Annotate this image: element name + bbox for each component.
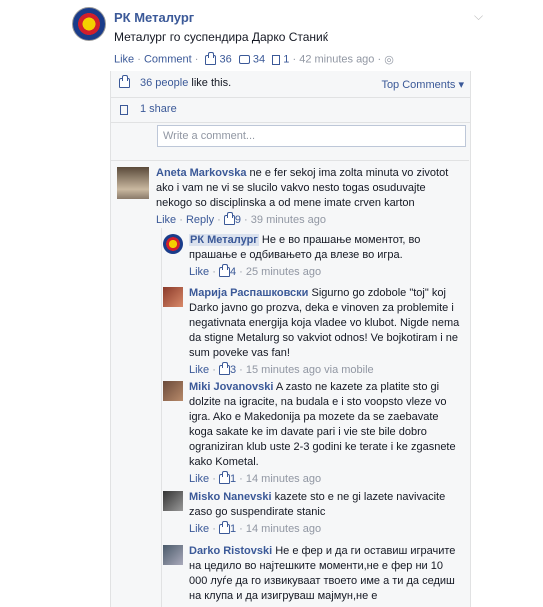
reply: РК Металург Не е во прашање моментот, во… [189, 233, 461, 280]
comment-meta: Like · 1 · 14 minutes ago [189, 471, 322, 485]
comment: Aneta Markovska ne e fer sekoj ima zolta… [156, 166, 464, 228]
avatar[interactable] [163, 491, 183, 511]
avatar[interactable] [163, 381, 183, 401]
post-actions: Like · Comment · 36 34 1 · 42 minutes ag… [114, 51, 394, 66]
thumbs-up-icon [119, 75, 130, 88]
comment-like-count[interactable]: 1 [230, 473, 236, 485]
comment-count[interactable]: 34 [253, 54, 265, 66]
comment-text: A zasto ne kazete za platite sto gi dolz… [189, 381, 456, 468]
like-link[interactable]: Like [189, 266, 209, 278]
commenter-name[interactable]: Miki Jovanovski [189, 381, 273, 393]
avatar[interactable] [163, 234, 183, 254]
comment-time[interactable]: 14 minutes ago [246, 523, 321, 535]
thumbs-up-icon [218, 521, 230, 535]
share-count[interactable]: 1 [283, 54, 289, 66]
avatar[interactable] [163, 287, 183, 307]
reply-link[interactable]: Reply [186, 214, 214, 226]
chevron-down-icon[interactable]: ⌵ [474, 9, 483, 24]
comment-like-count[interactable]: 3 [230, 364, 236, 376]
commenter-name[interactable]: Darko Ristovski [189, 545, 272, 557]
page-name[interactable]: РК Металург [114, 10, 194, 25]
thumbs-up-icon [223, 212, 235, 226]
comment-time[interactable]: 25 minutes ago [246, 266, 321, 278]
post-text: Металург го суспендира Дарко Станиќ [114, 30, 329, 44]
reply: Darko Ristovski Не е фер и да ги оставиш… [189, 544, 461, 604]
likes-row: 36 people like this. Top Comments ▾ [111, 71, 470, 98]
like-link[interactable]: Like [189, 364, 209, 376]
post-time[interactable]: 42 minutes ago [299, 54, 374, 66]
divider [110, 160, 469, 161]
commenter-name[interactable]: РК Металург [189, 234, 259, 246]
commenter-name[interactable]: Misko Nanevski [189, 491, 272, 503]
comment-meta: Like · 3 · 15 minutes ago via mobile [189, 362, 374, 376]
like-link[interactable]: Like [189, 523, 209, 535]
avatar[interactable] [163, 545, 183, 565]
like-link[interactable]: Like [189, 473, 209, 485]
commenter-name[interactable]: Марија Распашковски [189, 287, 308, 299]
thumbs-up-icon [218, 471, 230, 485]
like-link[interactable]: Like [114, 54, 134, 66]
comment-meta: Like · 1 · 14 minutes ago [189, 521, 322, 535]
reply: Miki Jovanovski A zasto ne kazete za pla… [189, 380, 461, 487]
comment-like-count[interactable]: 1 [230, 523, 236, 535]
reply: Misko Nanevski kazete sto e ne gi lazete… [189, 490, 461, 537]
comment-time[interactable]: 14 minutes ago [246, 473, 321, 485]
comment-like-count[interactable]: 9 [235, 214, 241, 226]
thumbs-up-icon [205, 51, 217, 65]
comment-time[interactable]: 15 minutes ago via mobile [246, 364, 374, 376]
page-avatar[interactable] [72, 7, 106, 41]
top-comments-dropdown[interactable]: Top Comments ▾ [381, 78, 464, 91]
avatar[interactable] [117, 167, 149, 199]
like-link[interactable]: Like [156, 214, 176, 226]
reply: Марија Распашковски Sigurno go zdobole "… [189, 286, 461, 378]
comment-meta: Like · Reply · 9 · 39 minutes ago [156, 212, 326, 226]
comment-link[interactable]: Comment [144, 54, 192, 66]
globe-icon: ◎ [384, 54, 394, 66]
likes-people-link[interactable]: 36 people [140, 77, 188, 89]
comment-like-count[interactable]: 4 [230, 266, 236, 278]
share-icon [120, 105, 128, 115]
shares-link[interactable]: 1 share [140, 103, 177, 115]
comment-time[interactable]: 39 minutes ago [251, 214, 326, 226]
comment-bubble-icon [238, 55, 250, 64]
share-icon [272, 54, 281, 65]
shares-row: 1 share [111, 98, 470, 123]
comment-meta: Like · 4 · 25 minutes ago [189, 264, 322, 278]
thumbs-up-icon [218, 264, 230, 278]
reply-thread-line [161, 228, 162, 607]
like-count[interactable]: 36 [220, 54, 232, 66]
write-comment-input[interactable]: Write a comment... [157, 125, 466, 147]
thumbs-up-icon [218, 362, 230, 376]
commenter-name[interactable]: Aneta Markovska [156, 167, 247, 179]
